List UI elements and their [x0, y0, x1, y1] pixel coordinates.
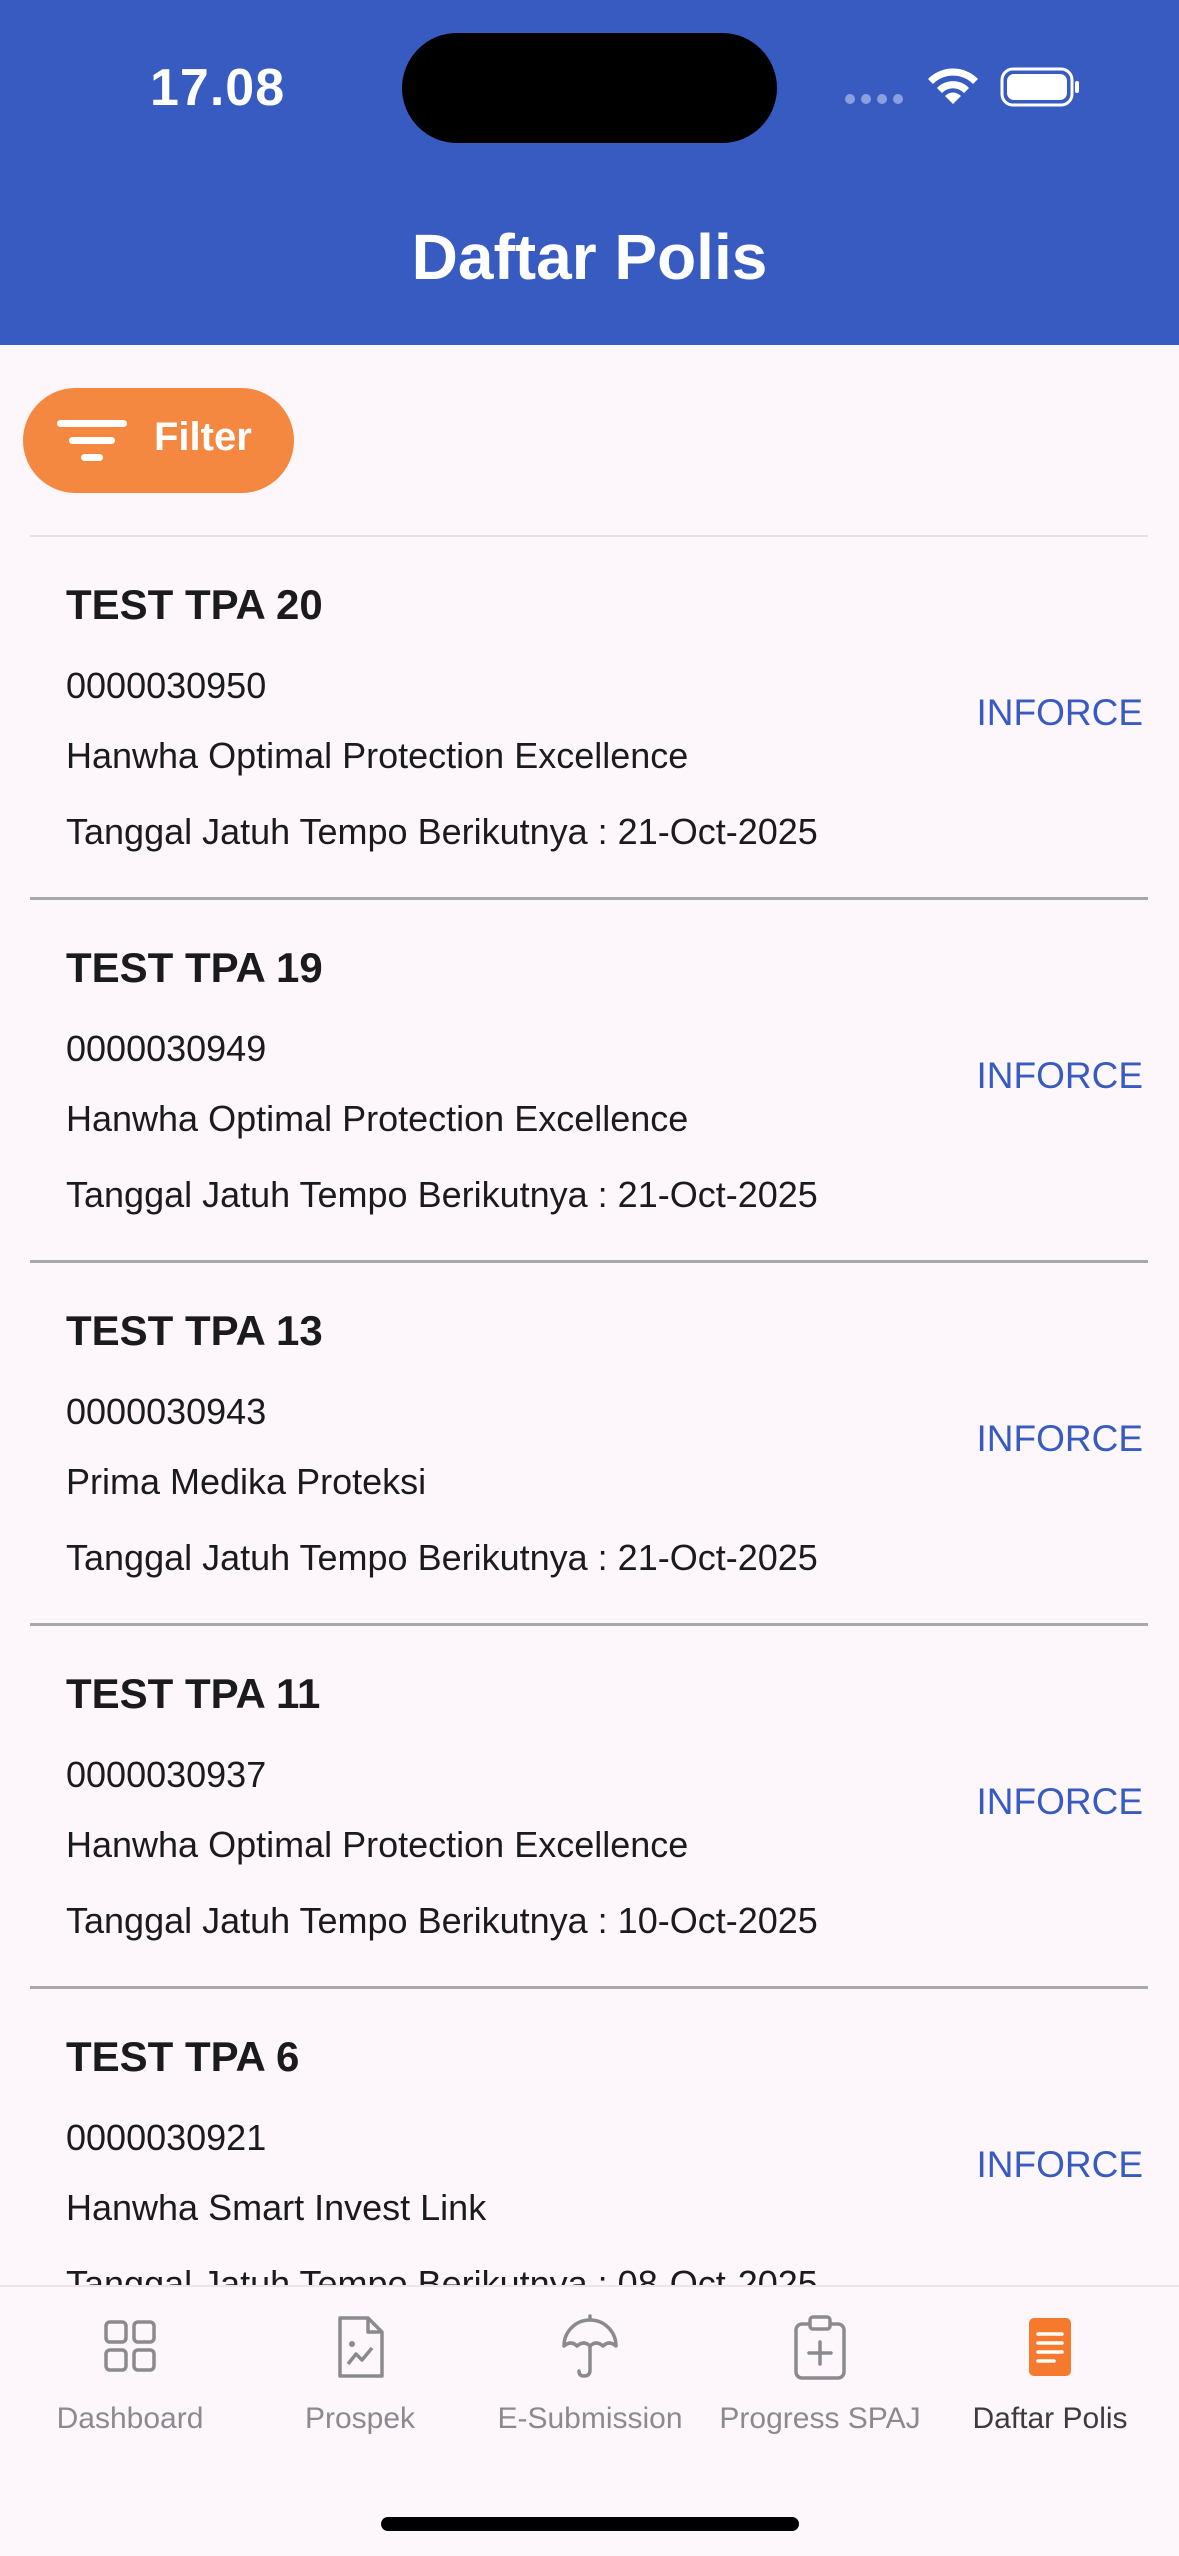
policy-name: TEST TPA 19: [66, 944, 323, 991]
policy-due-date: Tanggal Jatuh Tempo Berikutnya : 21-Oct-…: [66, 811, 818, 852]
policy-name: TEST TPA 13: [66, 1307, 323, 1354]
nav-label-dashboard: Dashboard: [56, 2402, 204, 2435]
policy-due-date: Tanggal Jatuh Tempo Berikutnya : 10-Oct-…: [66, 1900, 818, 1941]
policy-product: Hanwha Optimal Protection Excellence: [66, 735, 689, 776]
status-time: 17.08: [150, 59, 286, 117]
status-badge: INFORCE: [976, 1781, 1144, 1822]
policy-product: Hanwha Optimal Protection Excellence: [66, 1098, 689, 1139]
policy-name: TEST TPA 20: [66, 581, 323, 628]
umbrella-icon: [562, 2314, 618, 2378]
policy-number: 0000030921: [66, 2117, 267, 2158]
nav-label-prospek: Prospek: [304, 2402, 416, 2435]
nav-item-progress-spaj[interactable]: Progress SPAJ: [705, 2287, 935, 2487]
list-item[interactable]: TEST TPA 19 0000030949 Hanwha Optimal Pr…: [30, 900, 1148, 1263]
policy-product: Prima Medika Proteksi: [66, 1461, 427, 1502]
status-badge: INFORCE: [976, 1055, 1144, 1096]
policy-list[interactable]: TEST TPA 20 0000030950 Hanwha Optimal Pr…: [30, 535, 1148, 2285]
list-document-icon: [1029, 2318, 1071, 2376]
nav-label-e-submission: E-Submission: [497, 2402, 683, 2435]
nav-label-progress-spaj: Progress SPAJ: [719, 2402, 921, 2435]
policy-name: TEST TPA 6: [66, 2033, 300, 2080]
policy-number: 0000030937: [66, 1754, 267, 1795]
nav-item-e-submission[interactable]: E-Submission: [475, 2287, 705, 2487]
filter-button[interactable]: Filter: [23, 388, 294, 493]
nav-label-daftar-polis: Daftar Polis: [972, 2402, 1128, 2435]
nav-item-prospek[interactable]: Prospek: [245, 2287, 475, 2487]
policy-name: TEST TPA 11: [66, 1670, 321, 1717]
policy-due-date: Tanggal Jatuh Tempo Berikutnya : 21-Oct-…: [66, 1174, 818, 1215]
app-header: 17.08 Daftar Polis: [0, 0, 1179, 345]
status-badge: INFORCE: [976, 692, 1144, 733]
policy-number: 0000030950: [66, 665, 267, 706]
filter-label: Filter: [154, 415, 252, 459]
list-item[interactable]: TEST TPA 13 0000030943 Prima Medika Prot…: [30, 1263, 1148, 1626]
battery-icon: [1000, 67, 1079, 107]
bottom-navigation: Dashboard Prospek E-Submission Progress …: [0, 2285, 1179, 2556]
policy-number: 0000030949: [66, 1028, 267, 1069]
dynamic-island: [402, 33, 777, 143]
home-indicator: [381, 2517, 799, 2531]
status-badge: INFORCE: [976, 1418, 1144, 1459]
list-item[interactable]: TEST TPA 11 0000030937 Hanwha Optimal Pr…: [30, 1626, 1148, 1989]
status-badge: INFORCE: [976, 2144, 1144, 2185]
list-item[interactable]: TEST TPA 20 0000030950 Hanwha Optimal Pr…: [30, 537, 1148, 900]
cellular-signal-icon: [845, 94, 905, 106]
nav-item-dashboard[interactable]: Dashboard: [15, 2287, 245, 2487]
policy-due-date: Tanggal Jatuh Tempo Berikutnya : 08-Oct-…: [66, 2263, 818, 2285]
policy-product: Hanwha Optimal Protection Excellence: [66, 1824, 689, 1865]
list-item[interactable]: TEST TPA 6 0000030921 Hanwha Smart Inves…: [30, 1989, 1148, 2285]
grid-icon: [104, 2320, 156, 2372]
nav-item-daftar-polis[interactable]: Daftar Polis: [935, 2287, 1165, 2487]
wifi-icon: [928, 68, 978, 104]
page-title: Daftar Polis: [411, 221, 768, 293]
policy-due-date: Tanggal Jatuh Tempo Berikutnya : 21-Oct-…: [66, 1537, 818, 1578]
policy-number: 0000030943: [66, 1391, 267, 1432]
document-icon: [338, 2316, 384, 2378]
policy-product: Hanwha Smart Invest Link: [66, 2187, 487, 2228]
filter-icon: [57, 420, 127, 461]
clipboard-plus-icon: [794, 2315, 846, 2380]
